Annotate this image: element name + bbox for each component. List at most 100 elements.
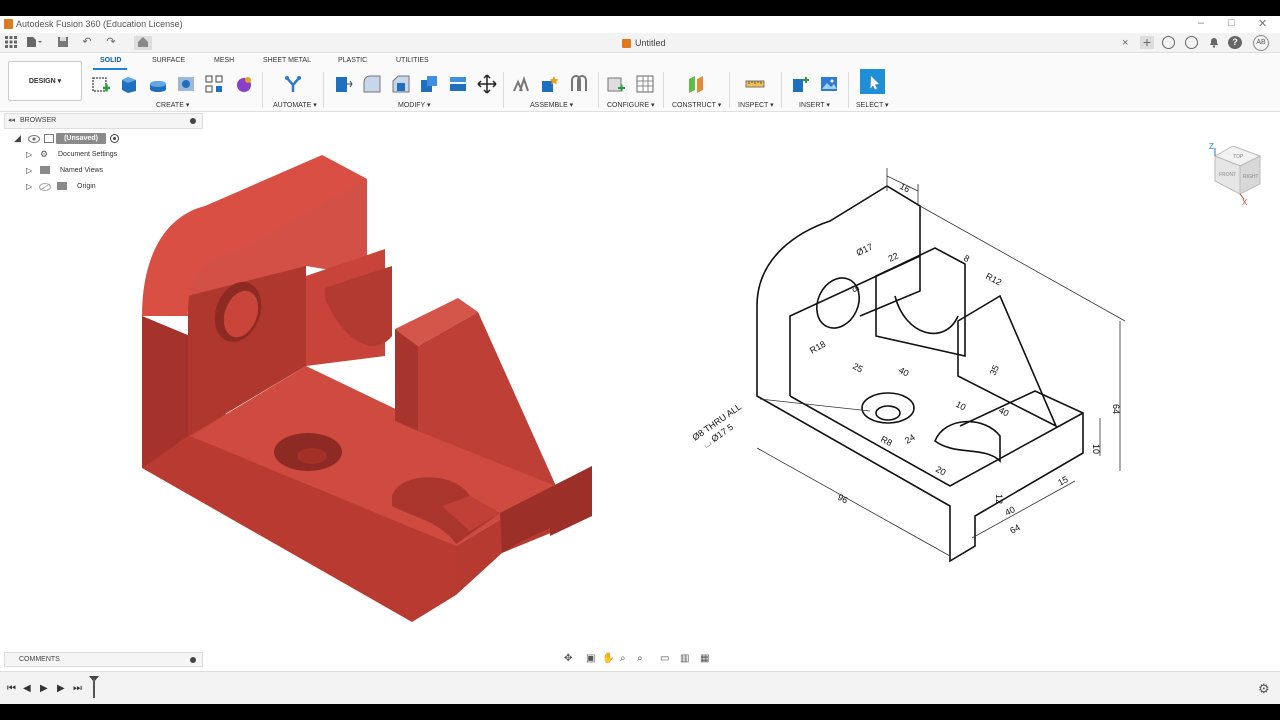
document-tab[interactable]: Untitled × xyxy=(600,35,1140,52)
fusion-window: Autodesk Fusion 360 (Education License) … xyxy=(0,16,1280,704)
browser-item-named-views[interactable]: ▷ Named Views xyxy=(12,164,202,178)
browser-panel-header[interactable]: ◂◂ BROWSER xyxy=(4,113,203,129)
close-window-button[interactable]: ✕ xyxy=(1258,17,1267,30)
visibility-eye-icon[interactable] xyxy=(28,135,40,143)
inspect-group-label[interactable]: INSPECT ▾ xyxy=(738,101,774,109)
insert-group-label[interactable]: INSERT ▾ xyxy=(799,101,830,109)
collapse-browser-icon[interactable]: ◂◂ xyxy=(8,116,15,124)
dim-64: 64 xyxy=(1008,522,1022,536)
move-icon[interactable] xyxy=(477,74,497,94)
tab-plastic[interactable]: PLASTIC xyxy=(338,57,367,64)
combine-icon[interactable] xyxy=(448,74,468,94)
browser-item-origin[interactable]: ▷ Origin xyxy=(12,180,202,194)
app-grid-icon[interactable] xyxy=(4,36,18,49)
dim-10-vert: 10 xyxy=(1091,444,1101,454)
dim-40-c: 40 xyxy=(1003,504,1017,518)
joint-icon[interactable] xyxy=(540,74,560,94)
zoom-icon[interactable]: ⌕ xyxy=(620,653,632,665)
automate-group-label[interactable]: AUTOMATE ▾ xyxy=(273,101,317,109)
pattern-icon[interactable] xyxy=(204,74,224,94)
tab-surface[interactable]: SURFACE xyxy=(152,57,185,64)
comments-panel[interactable]: COMMENTS xyxy=(4,652,203,667)
fusion-logo-icon xyxy=(4,19,13,29)
browser-root-node[interactable]: ◢ (Unsaved) xyxy=(12,132,202,146)
insert-canvas-icon[interactable] xyxy=(819,74,839,94)
viewports-icon[interactable]: ▦ xyxy=(700,653,712,665)
browser-pin-icon[interactable] xyxy=(190,118,196,124)
maximize-button[interactable]: □ xyxy=(1228,17,1235,29)
activate-component-icon[interactable] xyxy=(110,134,119,143)
tab-sheet-metal[interactable]: SHEET METAL xyxy=(263,57,311,64)
go-to-start-icon[interactable]: ⏮ xyxy=(7,683,16,694)
pan-icon[interactable]: ✋ xyxy=(602,653,614,665)
home-icon[interactable] xyxy=(134,36,152,50)
dim-20: 20 xyxy=(934,464,948,478)
file-menu-icon[interactable] xyxy=(26,36,42,49)
configure-icon[interactable] xyxy=(606,74,626,94)
create-sketch-icon[interactable] xyxy=(91,74,111,94)
gusset-side xyxy=(395,329,418,431)
expand-icon[interactable]: ▷ xyxy=(26,166,32,175)
as-built-joint-icon[interactable] xyxy=(569,74,589,94)
tab-solid[interactable]: SOLID xyxy=(100,57,121,64)
grid-settings-icon[interactable]: ▥ xyxy=(680,653,692,665)
new-component-icon[interactable] xyxy=(512,74,532,94)
new-tab-icon[interactable]: + xyxy=(1140,35,1154,49)
create-group-label[interactable]: CREATE ▾ xyxy=(156,101,189,109)
tab-mesh[interactable]: MESH xyxy=(214,57,234,64)
go-to-end-icon[interactable]: ⏭ xyxy=(73,683,82,694)
play-icon[interactable]: ▶ xyxy=(40,683,48,694)
hole-icon[interactable] xyxy=(176,74,196,94)
display-settings-icon[interactable]: ▭ xyxy=(660,653,672,665)
orbit-icon[interactable]: ✥ xyxy=(564,653,576,665)
press-pull-icon[interactable] xyxy=(333,74,353,94)
assemble-group-label[interactable]: ASSEMBLE ▾ xyxy=(530,101,573,109)
select-group-label[interactable]: SELECT ▾ xyxy=(856,101,889,109)
expand-root-icon[interactable]: ◢ xyxy=(14,133,21,144)
notifications-icon[interactable] xyxy=(1207,36,1221,49)
extrude-icon[interactable] xyxy=(119,74,139,94)
construct-group-label[interactable]: CONSTRUCT ▾ xyxy=(672,101,721,109)
measure-icon[interactable] xyxy=(745,74,765,94)
select-icon[interactable] xyxy=(860,69,885,94)
group-divider xyxy=(598,72,599,108)
bracket-3d-model[interactable] xyxy=(142,155,592,622)
tab-utilities[interactable]: UTILITIES xyxy=(396,57,429,64)
add-comment-icon[interactable] xyxy=(190,657,196,663)
configure-group-label[interactable]: CONFIGURE ▾ xyxy=(607,101,654,109)
expand-icon[interactable]: ▷ xyxy=(26,150,32,159)
close-tab-button[interactable]: × xyxy=(1122,37,1128,49)
step-back-icon[interactable]: ◀ xyxy=(23,683,31,694)
redo-icon[interactable]: ↷ xyxy=(104,36,118,49)
expand-icon[interactable]: ▷ xyxy=(26,182,32,191)
timeline-settings-icon[interactable]: ⚙ xyxy=(1258,681,1270,697)
visibility-eye-icon[interactable] xyxy=(39,183,51,191)
automate-icon[interactable] xyxy=(283,74,303,94)
job-status-icon[interactable] xyxy=(1185,36,1198,49)
dim-r8: R8 xyxy=(879,434,894,448)
folder-icon xyxy=(40,166,50,174)
offset-plane-icon[interactable] xyxy=(686,74,706,94)
look-at-icon[interactable]: ▣ xyxy=(586,653,598,665)
canvas-viewport[interactable]: 16 Ø17 22 8 R12 5 R18 25 40 35 10 40 64 … xyxy=(0,113,1280,658)
view-cube[interactable]: TOP FRONT RIGHT Z X xyxy=(1209,142,1262,207)
extensions-icon[interactable] xyxy=(1162,36,1175,49)
shell-icon[interactable] xyxy=(419,74,439,94)
user-avatar[interactable]: AB xyxy=(1253,35,1269,51)
minimize-button[interactable]: – xyxy=(1198,17,1204,29)
step-forward-icon[interactable]: ▶ xyxy=(57,683,65,694)
save-icon[interactable] xyxy=(56,36,70,49)
chamfer-icon[interactable] xyxy=(391,74,411,94)
undo-icon[interactable]: ↶ xyxy=(80,36,94,49)
fit-icon[interactable]: ⌕ xyxy=(637,653,649,665)
form-icon[interactable] xyxy=(234,74,254,94)
workspace-switcher[interactable]: DESIGN ▾ xyxy=(8,61,82,101)
help-icon[interactable]: ? xyxy=(1228,36,1242,49)
revolve-icon[interactable] xyxy=(148,74,168,94)
insert-derive-icon[interactable] xyxy=(790,74,810,94)
browser-item-document-settings[interactable]: ▷ ⚙ Document Settings xyxy=(12,148,202,162)
fillet-icon[interactable] xyxy=(362,74,382,94)
timeline-marker[interactable] xyxy=(93,678,95,698)
modify-group-label[interactable]: MODIFY ▾ xyxy=(398,101,431,109)
configuration-table-icon[interactable] xyxy=(635,74,655,94)
